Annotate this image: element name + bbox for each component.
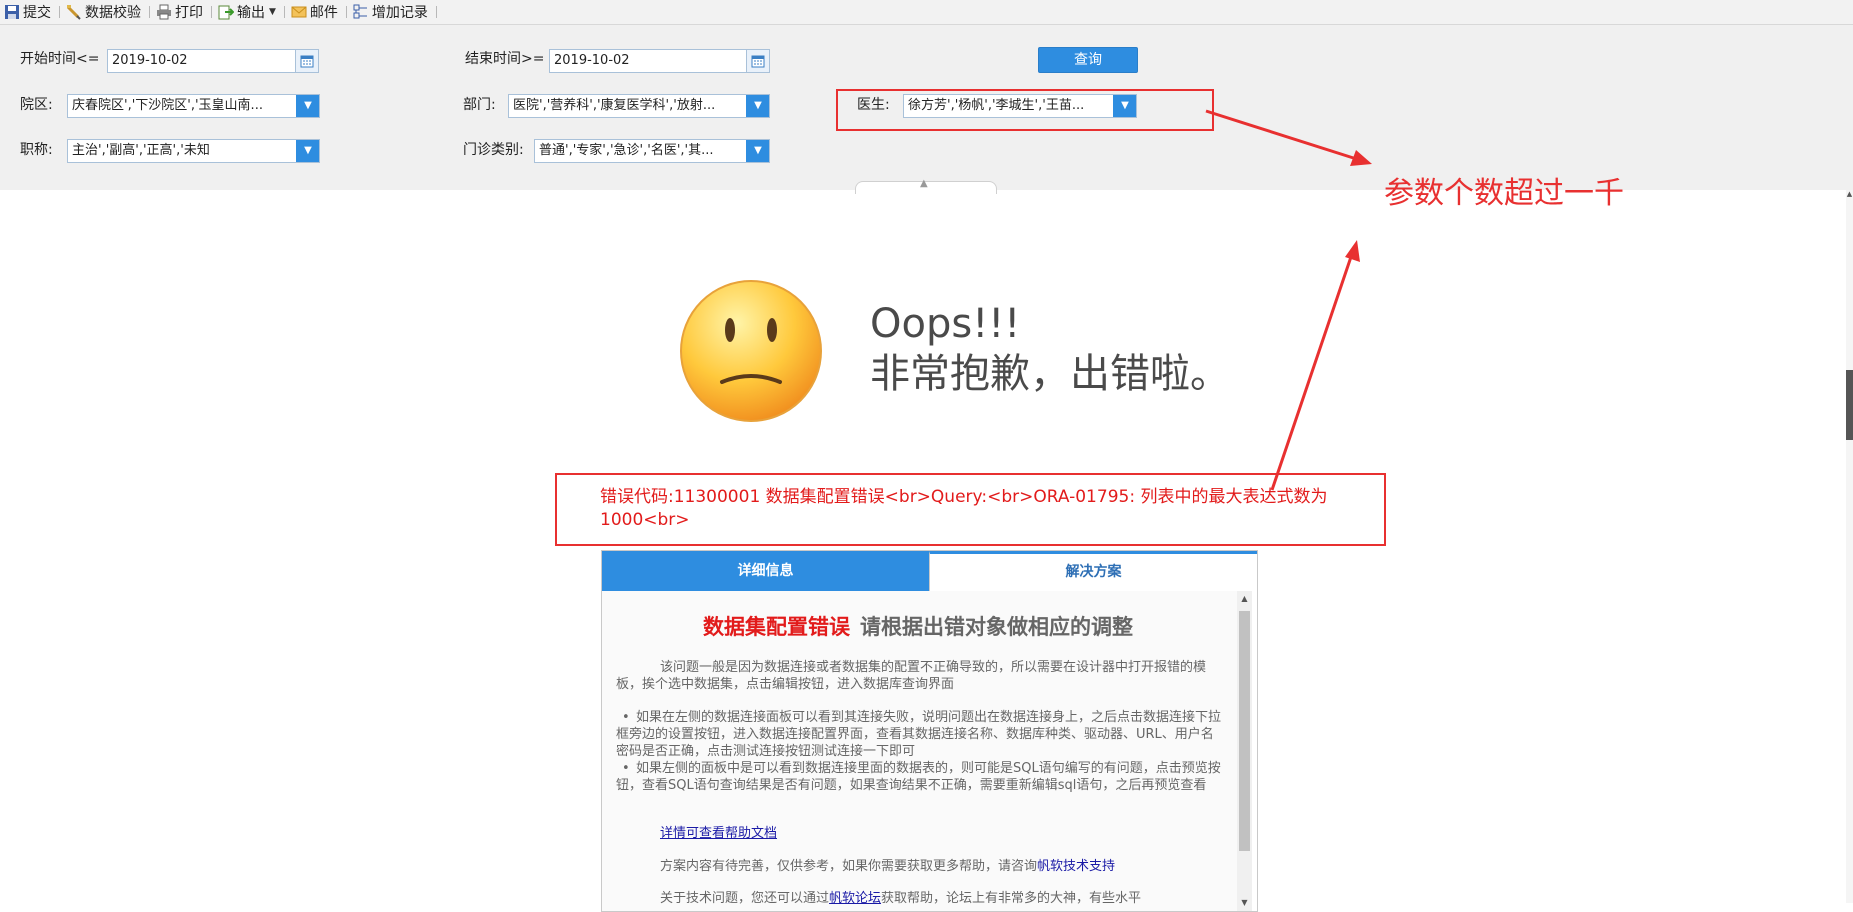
- page-scrollbar[interactable]: ▲: [1846, 190, 1853, 903]
- sad-face-icon: [680, 280, 822, 422]
- panel-scrollbar[interactable]: ▲ ▼: [1237, 591, 1252, 911]
- solution-bullet: 如果在左侧的数据连接面板可以看到其连接失败，说明问题出在数据连接身上，之后点击数…: [602, 709, 1224, 760]
- solution-heading-red: 数据集配置错误: [703, 614, 850, 639]
- tab-solution[interactable]: 解决方案: [929, 551, 1257, 591]
- oops-title: Oops!!!: [870, 301, 1021, 347]
- scroll-up-icon[interactable]: ▲: [1846, 190, 1853, 202]
- scrollbar-thumb[interactable]: [1239, 611, 1250, 851]
- arrow-head-icon: [1345, 240, 1360, 262]
- solution-intro: 该问题一般是因为数据连接或者数据集的配置不正确导致的，所以需要在设计器中打开报错…: [616, 660, 1207, 692]
- forum-prefix: 关于技术问题，您还可以通过: [660, 891, 830, 906]
- forum-suffix: 获取帮助，论坛上有非常多的大神，有些水平: [881, 891, 1142, 906]
- arrow-head-icon: [1350, 150, 1372, 166]
- solution-bullet: 如果左侧的面板中是可以看到数据连接里面的数据表的，则可能是SQL语句编写的有问题…: [602, 760, 1224, 794]
- sorry-title: 非常抱歉，出错啦。: [870, 351, 1230, 397]
- forum-link[interactable]: 帆软论坛: [829, 891, 881, 906]
- solution-heading: 数据集配置错误 请根据出错对象做相应的调整: [602, 611, 1234, 641]
- tab-details[interactable]: 详细信息: [602, 551, 929, 591]
- error-detail-panel: 详细信息 解决方案 数据集配置错误 请根据出错对象做相应的调整 该问题一般是因为数…: [601, 550, 1258, 912]
- solution-heading-gray: 请根据出错对象做相应的调整: [860, 614, 1133, 639]
- support-link[interactable]: 帆软技术支持: [1037, 859, 1115, 874]
- panel-content: 数据集配置错误 请根据出错对象做相应的调整 该问题一般是因为数据连接或者数据集的配…: [602, 591, 1252, 911]
- forum-line: 关于技术问题，您还可以通过帆软论坛获取帮助，论坛上有非常多的大神，有些水平: [660, 890, 1141, 907]
- support-line: 方案内容有待完善，仅供参考，如果你需要获取更多帮助，请咨询帆软技术支持: [660, 858, 1115, 875]
- scroll-up-icon[interactable]: ▲: [1237, 591, 1252, 607]
- help-doc-link-text[interactable]: 详情可查看帮助文档: [660, 826, 777, 841]
- page-scrollbar-thumb[interactable]: [1846, 370, 1853, 440]
- scroll-down-icon[interactable]: ▼: [1237, 895, 1252, 911]
- support-prefix: 方案内容有待完善，仅供参考，如果你需要获取更多帮助，请咨询: [660, 859, 1038, 874]
- help-doc-link[interactable]: 详情可查看帮助文档: [660, 825, 777, 842]
- panel-tabs: 详细信息 解决方案: [602, 551, 1257, 591]
- annotation-text: 参数个数超过一千: [1384, 176, 1624, 211]
- error-message: 错误代码:11300001 数据集配置错误<br>Query:<br>ORA-0…: [600, 487, 1328, 530]
